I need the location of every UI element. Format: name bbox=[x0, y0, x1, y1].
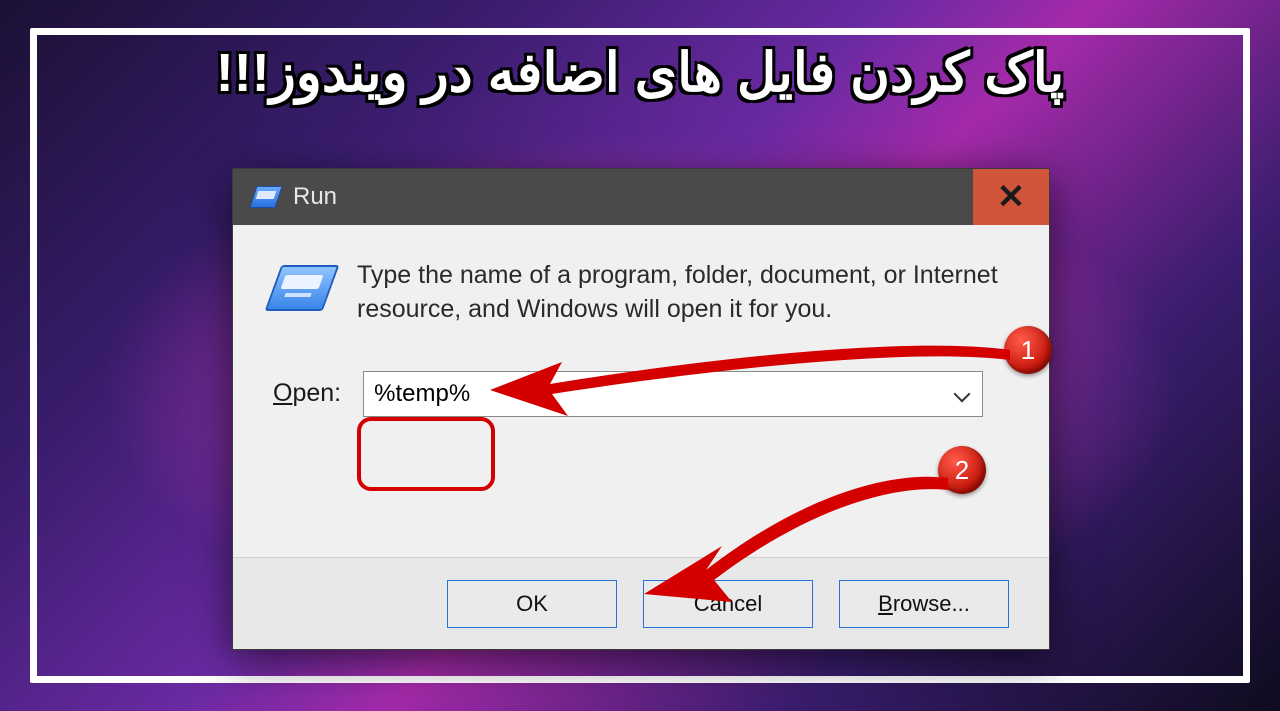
ok-button[interactable]: OK bbox=[447, 580, 617, 628]
dialog-body: Type the name of a program, folder, docu… bbox=[233, 225, 1049, 649]
headline-text: پاک کردن فایل های اضافه در ویندوز!!! bbox=[0, 44, 1280, 103]
run-dialog: Run ✕ Type the name of a program, folder… bbox=[232, 168, 1050, 650]
thumbnail-stage: پاک کردن فایل های اضافه در ویندوز!!! Run… bbox=[0, 0, 1280, 711]
browse-button-label: Browse... bbox=[878, 591, 970, 617]
open-combobox[interactable]: %temp% bbox=[363, 371, 983, 417]
open-input-value: %temp% bbox=[374, 380, 470, 408]
button-bar: OK Cancel Browse... bbox=[233, 557, 1049, 649]
cancel-button-label: Cancel bbox=[694, 591, 762, 617]
run-hint-text: Type the name of a program, folder, docu… bbox=[357, 259, 1009, 327]
open-label: Open: bbox=[273, 379, 341, 408]
chevron-down-icon[interactable] bbox=[956, 386, 972, 402]
close-icon: ✕ bbox=[997, 177, 1026, 217]
close-button[interactable]: ✕ bbox=[973, 169, 1049, 225]
annotation-highlight-1 bbox=[357, 417, 495, 491]
window-title: Run bbox=[293, 183, 337, 211]
title-bar[interactable]: Run ✕ bbox=[233, 169, 1049, 225]
annotation-badge-1: 1 bbox=[1004, 326, 1052, 374]
run-body-icon bbox=[273, 265, 331, 311]
browse-button[interactable]: Browse... bbox=[839, 580, 1009, 628]
ok-button-label: OK bbox=[516, 591, 548, 617]
run-titlebar-icon bbox=[253, 186, 279, 208]
cancel-button[interactable]: Cancel bbox=[643, 580, 813, 628]
annotation-badge-2: 2 bbox=[938, 446, 986, 494]
